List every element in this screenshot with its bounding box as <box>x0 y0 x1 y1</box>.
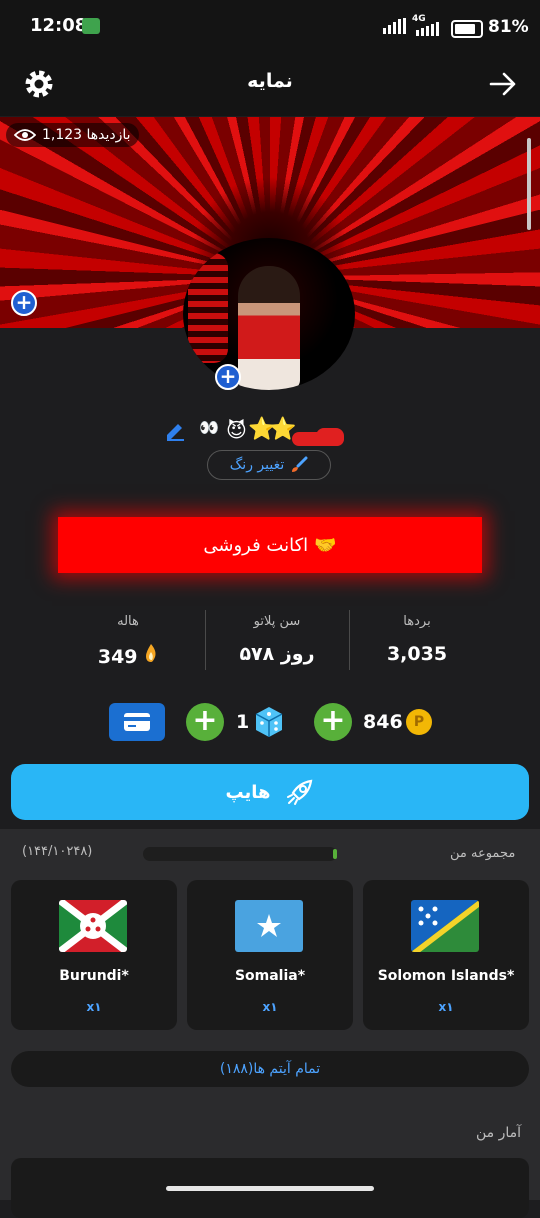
stat-age-value: ۵۷۸ روز <box>239 643 315 665</box>
eyes-emoji: 👀 <box>199 418 219 437</box>
views-count: 1,123 بازدیدها <box>42 127 131 143</box>
stat-age: سن پلاتو ۵۷۸ روز <box>212 614 342 665</box>
stat-divider <box>205 610 206 670</box>
signal-icon-2 <box>416 22 439 36</box>
card-quantity: x۱ <box>86 1000 102 1014</box>
paintbrush-icon <box>292 456 308 472</box>
battery-icon <box>451 20 483 38</box>
hype-label: هایپ <box>225 781 271 803</box>
stat-aura: هاله 349 <box>63 614 193 668</box>
stat-aura-value-wrap: 349 <box>63 643 193 668</box>
views-badge: 1,123 بازدیدها <box>6 123 139 147</box>
card-name: Burundi* <box>59 968 129 984</box>
account-sale-banner[interactable]: اکانت فروشی 🤝 <box>58 517 482 573</box>
battery-percent: 81% <box>488 17 529 37</box>
wallet-card-icon <box>124 713 150 731</box>
scrollbar[interactable] <box>527 138 531 230</box>
eye-icon <box>14 129 36 141</box>
dice-count: 1 <box>236 711 250 733</box>
home-indicator[interactable] <box>166 1186 374 1191</box>
rank-stars: ⭐⭐ <box>248 417 297 442</box>
stat-wins-value: 3,035 <box>386 643 448 665</box>
username-redacted-2 <box>292 432 344 446</box>
wallet-button[interactable] <box>109 703 165 741</box>
stat-aura-value: 349 <box>97 646 138 668</box>
hype-button[interactable]: هایپ <box>11 764 529 820</box>
page-title: نمایه <box>247 70 293 92</box>
avatar-figure <box>238 266 300 390</box>
change-color-label: تغییر رنگ <box>229 457 285 473</box>
card-name: Somalia* <box>234 968 306 984</box>
collection-progress-bar <box>143 847 337 861</box>
my-stats-title: آمار من <box>476 1125 522 1141</box>
collection-title: مجموعه من <box>450 846 516 861</box>
handshake-emoji: 🤝 <box>314 534 337 556</box>
change-color-button[interactable]: تغییر رنگ <box>207 450 331 480</box>
coin-balance: 846 <box>363 711 403 733</box>
status-bar: 12:08 4G 81% <box>0 0 540 52</box>
back-arrow-icon[interactable] <box>489 71 517 97</box>
avatar[interactable] <box>183 238 355 390</box>
add-banner-button[interactable]: + <box>11 290 37 316</box>
stat-wins-label: بردها <box>403 614 431 629</box>
card-name: Solomon Islands* <box>377 968 515 984</box>
edit-pencil-icon[interactable] <box>164 420 186 442</box>
stat-aura-label: هاله <box>117 614 139 629</box>
somalia-flag-icon <box>235 900 303 952</box>
progress-fill <box>333 849 337 859</box>
add-coins-button[interactable]: + <box>314 703 352 741</box>
stat-divider <box>349 610 350 670</box>
rocket-icon <box>286 779 312 805</box>
card-quantity: x۱ <box>262 1000 278 1014</box>
stat-wins: بردها 3,035 <box>352 614 482 665</box>
collection-card[interactable]: Solomon Islands* x۱ <box>363 880 529 1030</box>
burundi-flag-icon <box>59 900 127 952</box>
add-avatar-button[interactable]: + <box>215 364 241 390</box>
collection-count: (۱۴۴/۱۰۲۴۸) <box>22 844 93 859</box>
flame-icon <box>146 644 156 662</box>
app-header: نمایه <box>0 52 540 116</box>
stat-age-label: سن پلاتو <box>253 614 301 629</box>
notification-icon <box>82 18 100 34</box>
coin-icon: P <box>406 709 432 735</box>
status-time: 12:08 <box>30 15 88 36</box>
add-dice-button[interactable]: + <box>186 703 224 741</box>
devil-emoji: 😈 <box>226 418 247 442</box>
signal-icon <box>383 18 406 34</box>
card-quantity: x۱ <box>438 1000 454 1014</box>
solomon-islands-flag-icon <box>411 900 479 952</box>
avatar-skeleton-art <box>188 253 228 363</box>
all-items-button[interactable]: تمام آیتم ها(۱۸۸) <box>11 1051 529 1087</box>
collection-card[interactable]: Somalia* x۱ <box>187 880 353 1030</box>
dice-icon <box>255 707 283 737</box>
collection-card[interactable]: Burundi* x۱ <box>11 880 177 1030</box>
sale-label: اکانت فروشی <box>203 534 309 556</box>
